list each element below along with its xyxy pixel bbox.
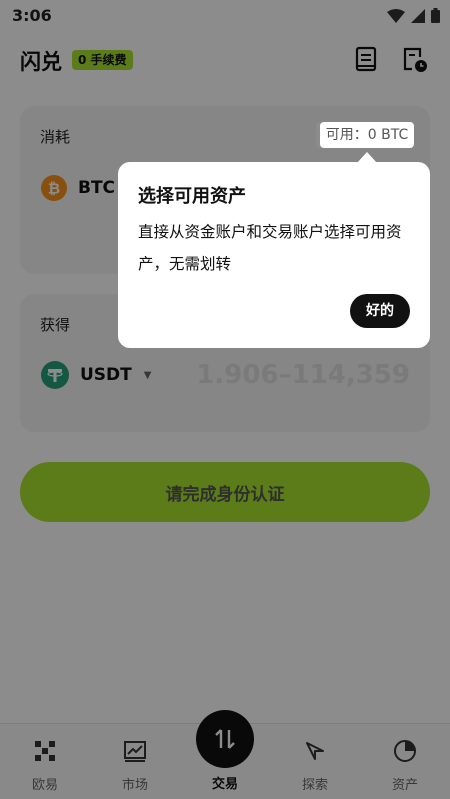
ok-button[interactable]: 好的 [350,294,410,328]
modal-overlay[interactable] [0,0,450,799]
tooltip-popup: 选择可用资产 直接从资金账户和交易账户选择可用资产，无需划转 好的 [118,162,430,348]
tooltip-body: 直接从资金账户和交易账户选择可用资产，无需划转 [138,223,402,273]
available-balance-highlight[interactable]: 可用：0 BTC [320,122,414,148]
tooltip-title: 选择可用资产 [138,186,246,207]
